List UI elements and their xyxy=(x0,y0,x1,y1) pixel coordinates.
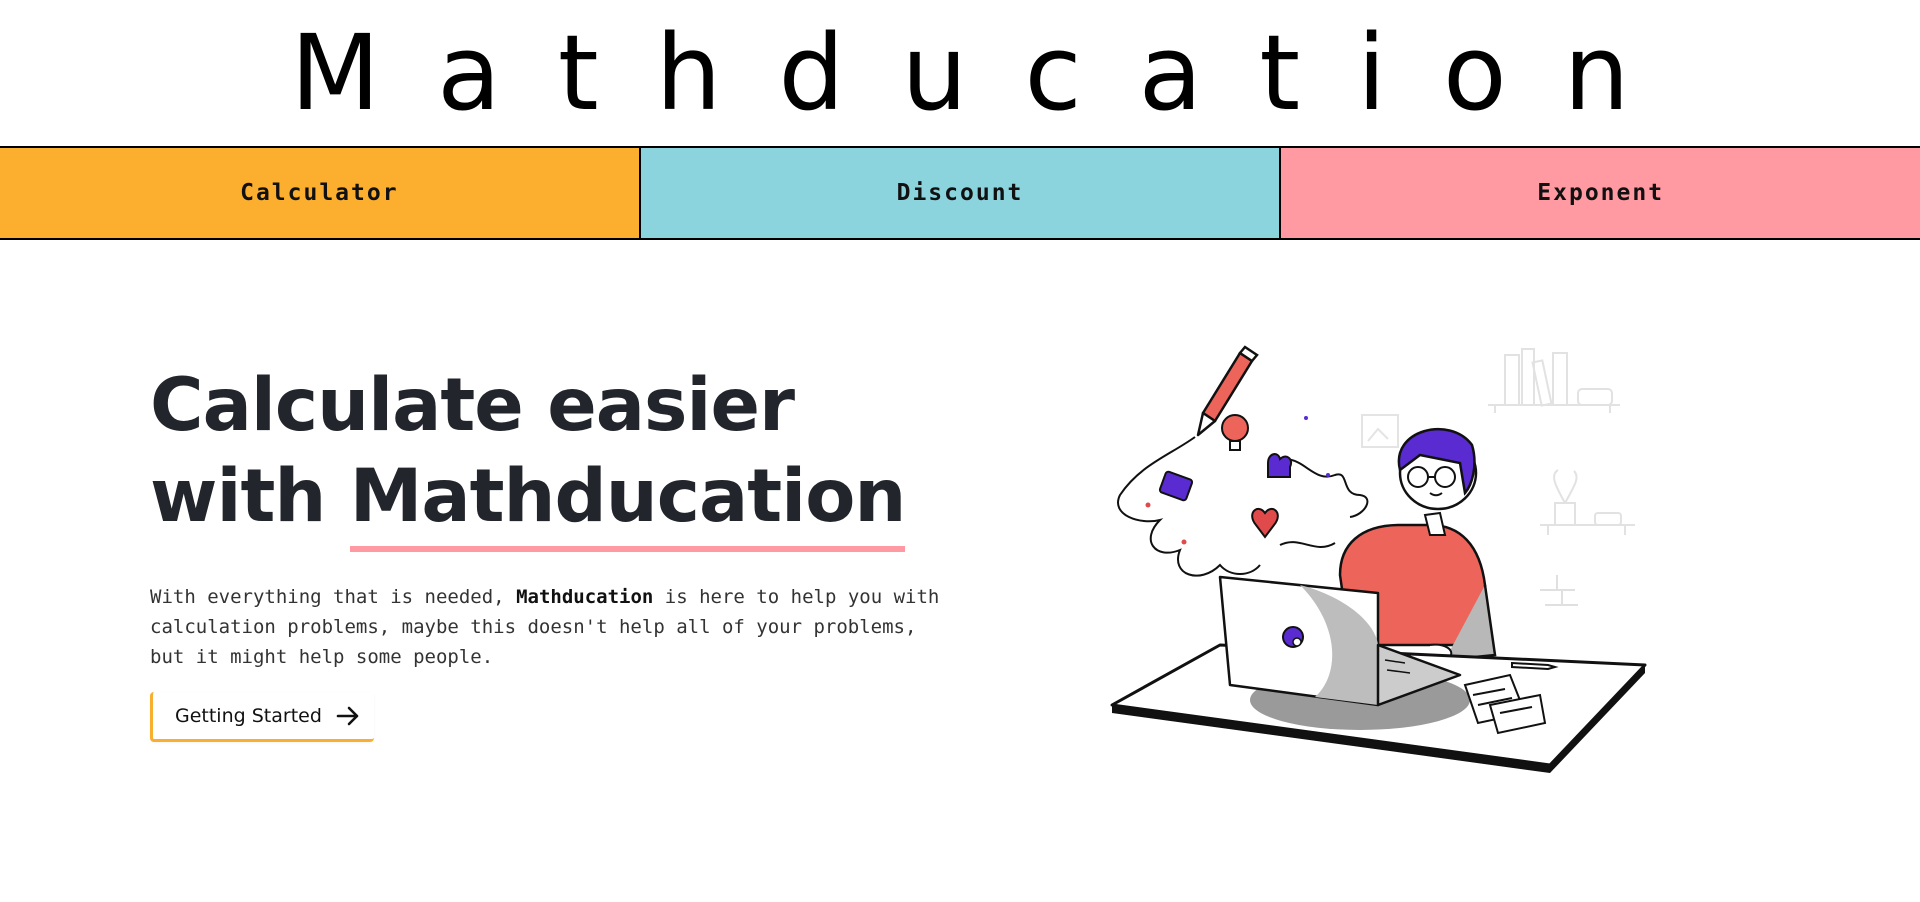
mitten-icon xyxy=(1267,453,1292,478)
wall-brick-icon xyxy=(1540,575,1578,606)
heart-icon xyxy=(1251,507,1279,539)
hero-title-line-2: with Mathducation xyxy=(150,451,906,552)
arrow-right-icon xyxy=(336,706,360,726)
dot-icon xyxy=(1326,473,1330,477)
hero-description-brand: Mathducation xyxy=(516,586,654,608)
getting-started-button[interactable]: Getting Started xyxy=(150,692,374,742)
plant-shelf-icon xyxy=(1540,469,1635,535)
site-logo-title: Mathducation xyxy=(290,12,1687,134)
dot-icon xyxy=(1181,539,1187,545)
doodle-swirls xyxy=(1117,436,1369,577)
main-nav: Calculator Discount Exponent xyxy=(0,146,1920,240)
nav-item-discount[interactable]: Discount xyxy=(638,148,1280,238)
hero-title: Calculate easier with Mathducation xyxy=(150,360,906,552)
lightbulb-icon xyxy=(1221,414,1249,451)
book-icon xyxy=(1158,470,1194,502)
getting-started-label: Getting Started xyxy=(175,704,322,727)
dot-icon xyxy=(1304,416,1308,420)
bookshelf-icon xyxy=(1488,348,1620,413)
hero-title-line-1: Calculate easier xyxy=(150,363,795,448)
hero-title-prefix: with xyxy=(150,454,326,539)
nav-item-calculator[interactable]: Calculator xyxy=(0,148,639,238)
hero-description: With everything that is needed, Mathduca… xyxy=(150,582,940,672)
picture-frame-icon xyxy=(1361,414,1399,448)
dot-icon xyxy=(1145,502,1151,508)
nav-item-exponent[interactable]: Exponent xyxy=(1279,148,1920,238)
hero-description-start: With everything that is needed, xyxy=(150,586,505,608)
hero-title-highlight: Mathducation xyxy=(349,451,906,552)
person-at-laptop-illustration xyxy=(1110,345,1647,773)
